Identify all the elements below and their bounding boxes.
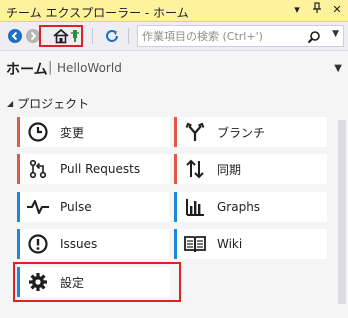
vertical-scrollbar[interactable] — [338, 120, 346, 304]
branch-icon — [183, 120, 207, 144]
close-icon[interactable]: ✕ — [330, 2, 344, 19]
tile-label: Pulse — [60, 200, 92, 214]
section-title: プロジェクト — [17, 97, 90, 111]
search-icon[interactable] — [307, 29, 321, 48]
refresh-button[interactable] — [102, 26, 122, 46]
title-separator: | — [48, 60, 53, 75]
window-controls: ▾ ✕ — [290, 2, 344, 19]
tile-issues[interactable]: Issues — [17, 229, 170, 259]
refresh-icon — [106, 30, 118, 42]
tile-sync[interactable]: 同期 — [174, 154, 327, 184]
sync-arrows-icon — [183, 157, 207, 181]
tile-wiki[interactable]: Wiki — [174, 229, 327, 259]
tile-pull-requests[interactable]: Pull Requests — [17, 154, 170, 184]
clock-icon — [26, 120, 50, 144]
back-arrow-icon — [8, 29, 22, 43]
title-bar: チーム エクスプローラー - ホーム ▾ ✕ — [0, 0, 348, 22]
toolbar: ▼ — [0, 22, 348, 51]
tile-label: ブランチ — [217, 125, 266, 140]
pin-icon[interactable] — [310, 2, 324, 19]
search-input[interactable] — [142, 28, 312, 44]
settings-highlight-box — [13, 262, 181, 302]
tile-label: Pull Requests — [60, 162, 141, 176]
tile-graphs[interactable]: Graphs — [174, 192, 327, 222]
tile-label: Graphs — [217, 200, 261, 214]
page-title: ホーム — [6, 62, 48, 78]
tile-label: Issues — [60, 237, 98, 251]
pulse-icon — [26, 195, 50, 219]
project-name: HelloWorld — [57, 61, 122, 75]
page-header: ホーム | HelloWorld ▼ — [0, 51, 348, 85]
search-box[interactable]: ▼ — [137, 25, 344, 47]
toolbar-separator — [128, 28, 129, 44]
tile-label: 変更 — [60, 125, 85, 140]
window-title: チーム エクスプローラー - ホーム — [6, 6, 189, 20]
pull-request-icon — [26, 157, 50, 181]
home-highlight-box — [39, 25, 83, 47]
tile-branches[interactable]: ブランチ — [174, 117, 327, 147]
issue-icon — [26, 232, 50, 256]
tile-label: Wiki — [217, 237, 243, 251]
dropdown-icon[interactable]: ▾ — [290, 2, 304, 19]
book-icon — [183, 232, 207, 256]
collapse-triangle-icon[interactable]: ◢ — [7, 99, 13, 108]
back-button[interactable] — [5, 26, 25, 46]
search-dropdown-icon[interactable]: ▼ — [332, 29, 339, 39]
toolbar-separator — [92, 28, 93, 44]
bar-graph-icon — [183, 195, 207, 219]
section-header-project[interactable]: ◢ プロジェクト — [7, 95, 89, 112]
tile-pulse[interactable]: Pulse — [17, 192, 170, 222]
tile-changes[interactable]: 変更 — [17, 117, 170, 147]
page-dropdown-icon[interactable]: ▼ — [334, 63, 342, 74]
tile-label: 同期 — [217, 162, 242, 177]
